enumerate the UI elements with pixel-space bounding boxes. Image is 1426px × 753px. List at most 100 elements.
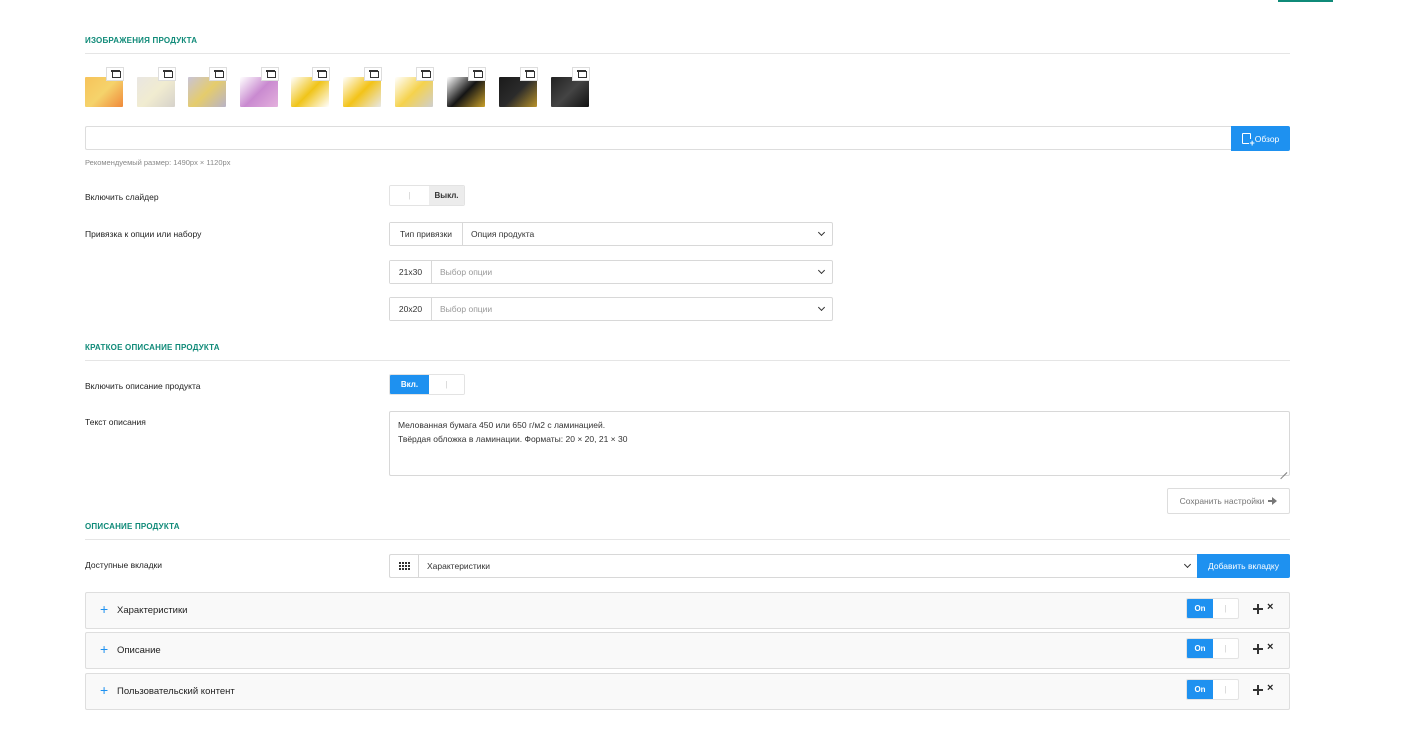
delete-image-button[interactable] xyxy=(520,67,538,81)
move-icon[interactable] xyxy=(1253,685,1263,695)
product-image xyxy=(447,77,485,107)
product-image-thumbnail[interactable] xyxy=(137,67,177,109)
close-icon[interactable]: × xyxy=(1267,682,1273,694)
delete-image-button[interactable] xyxy=(209,67,227,81)
expand-plus-icon[interactable]: + xyxy=(100,642,108,656)
tab-panel-description[interactable]: + Описание On | × xyxy=(85,632,1290,669)
toggle-off[interactable]: | xyxy=(1213,680,1238,699)
delete-image-button[interactable] xyxy=(416,67,434,81)
close-icon[interactable]: × xyxy=(1267,641,1273,653)
option-select-field[interactable]: Выбор опции xyxy=(432,298,832,320)
product-image xyxy=(499,77,537,107)
option-select-20x20[interactable]: 20x20 Выбор опции xyxy=(389,297,833,321)
delete-image-button[interactable] xyxy=(312,67,330,81)
chevron-down-icon xyxy=(1183,560,1192,569)
description-toggle[interactable]: Вкл. | xyxy=(389,374,465,395)
product-image xyxy=(137,77,175,107)
slider-toggle-on[interactable]: | xyxy=(390,186,429,205)
binding-type-value[interactable]: Опция продукта xyxy=(463,223,832,245)
delete-image-button[interactable] xyxy=(364,67,382,81)
available-tabs-label: Доступные вкладки xyxy=(85,560,163,570)
tab-panel-toggle[interactable]: On | xyxy=(1186,598,1239,619)
slider-toggle[interactable]: | Выкл. xyxy=(389,185,465,206)
tabs-select-field[interactable]: Характеристики xyxy=(419,555,1198,577)
product-image-thumbnail[interactable] xyxy=(499,67,539,109)
tab-panel-custom-content[interactable]: + Пользовательский контент On | × xyxy=(85,673,1290,710)
product-image-thumbnail[interactable] xyxy=(395,67,435,109)
tab-panel-toggle[interactable]: On | xyxy=(1186,679,1239,700)
trash-icon xyxy=(576,70,587,78)
option-select-21x30[interactable]: 21x30 Выбор опции xyxy=(389,260,833,284)
trash-icon xyxy=(316,70,327,78)
toggle-off[interactable]: | xyxy=(1213,599,1238,618)
move-icon[interactable] xyxy=(1253,604,1263,614)
trash-icon xyxy=(110,70,121,78)
tab-panel-title: Пользовательский контент xyxy=(117,686,235,697)
enable-slider-label: Включить слайдер xyxy=(85,192,159,202)
delete-image-button[interactable] xyxy=(468,67,486,81)
delete-image-button[interactable] xyxy=(261,67,279,81)
toggle-off[interactable]: | xyxy=(1213,639,1238,658)
grid-icon xyxy=(398,561,410,571)
recommended-size-hint: Рекомендуемый размер: 1490px × 1120px xyxy=(85,158,231,167)
product-image-thumbnail[interactable] xyxy=(291,67,331,109)
description-textarea[interactable]: Мелованная бумага 450 или 650 г/м2 с лам… xyxy=(389,411,1290,476)
toggle-on[interactable]: On xyxy=(1187,599,1213,618)
product-image xyxy=(291,77,329,107)
option-select-field[interactable]: Выбор опции xyxy=(432,261,832,283)
delete-image-button[interactable] xyxy=(158,67,176,81)
tab-panel-characteristics[interactable]: + Характеристики On | × xyxy=(85,592,1290,629)
chevron-down-icon xyxy=(817,266,826,275)
description-toggle-off[interactable]: | xyxy=(429,375,464,394)
file-add-icon xyxy=(1241,133,1255,148)
trash-icon xyxy=(420,70,431,78)
product-image xyxy=(240,77,278,107)
product-image-thumbnail[interactable] xyxy=(240,67,280,109)
product-image xyxy=(85,77,123,107)
product-image-thumbnail[interactable] xyxy=(447,67,487,109)
product-image-thumbnail[interactable] xyxy=(188,67,228,109)
active-tab-indicator xyxy=(1278,0,1333,2)
chevron-down-icon xyxy=(817,303,826,312)
toggle-on[interactable]: On xyxy=(1187,680,1213,699)
tabs-select-value[interactable]: Характеристики xyxy=(419,555,1198,577)
available-tabs-select[interactable]: Характеристики xyxy=(389,554,1198,578)
arrow-right-icon xyxy=(1268,497,1278,505)
save-settings-label: Сохранить настройки xyxy=(1179,496,1265,506)
toggle-on[interactable]: On xyxy=(1187,639,1213,658)
tabs-select-text: Характеристики xyxy=(427,561,491,571)
save-settings-button[interactable]: Сохранить настройки xyxy=(1167,488,1290,514)
chevron-down-icon xyxy=(817,228,826,237)
trash-icon xyxy=(472,70,483,78)
resize-handle-icon[interactable] xyxy=(1280,466,1287,473)
delete-image-button[interactable] xyxy=(106,67,124,81)
description-text-line: Мелованная бумага 450 или 650 г/м2 с лам… xyxy=(398,420,606,430)
description-text-line: Твёрдая обложка в ламинации. Форматы: 20… xyxy=(398,434,628,444)
option-size-addon: 20x20 xyxy=(390,298,432,320)
binding-type-select[interactable]: Тип привязки Опция продукта xyxy=(389,222,833,246)
section-divider xyxy=(85,53,1290,54)
option-placeholder: Выбор опции xyxy=(440,304,493,314)
expand-plus-icon[interactable]: + xyxy=(100,602,108,616)
section-divider xyxy=(85,539,1290,540)
slider-toggle-off[interactable]: Выкл. xyxy=(429,186,464,205)
expand-plus-icon[interactable]: + xyxy=(100,683,108,697)
trash-icon xyxy=(162,70,173,78)
product-image xyxy=(551,77,589,107)
description-toggle-on[interactable]: Вкл. xyxy=(390,375,429,394)
browse-label: Обзор xyxy=(1254,133,1280,144)
move-icon[interactable] xyxy=(1253,644,1263,654)
tab-panel-toggle[interactable]: On | xyxy=(1186,638,1239,659)
binding-type-addon: Тип привязки xyxy=(390,223,463,245)
add-tab-button[interactable]: Добавить вкладку xyxy=(1197,554,1290,578)
product-image xyxy=(395,77,433,107)
close-icon[interactable]: × xyxy=(1267,601,1273,613)
product-image-thumbnail[interactable] xyxy=(85,67,125,109)
browse-button[interactable]: Обзор xyxy=(1231,126,1290,151)
image-file-input[interactable] xyxy=(85,126,1232,150)
grid-addon xyxy=(390,555,419,577)
delete-image-button[interactable] xyxy=(572,67,590,81)
product-image-thumbnail[interactable] xyxy=(343,67,383,109)
binding-type-text: Опция продукта xyxy=(471,229,535,239)
product-image-thumbnail[interactable] xyxy=(551,67,591,109)
